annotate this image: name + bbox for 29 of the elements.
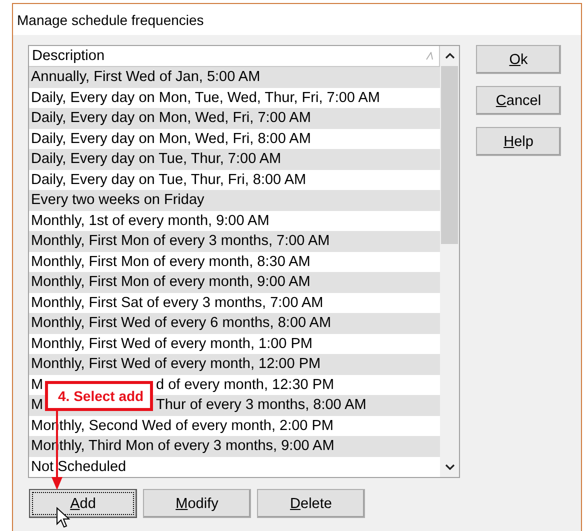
list-row[interactable]: Daily, Every day on Tue, Thur, Fri, 8:00 AM — [29, 170, 440, 190]
list-row[interactable]: Daily, Every day on Mon, Wed, Fri, 7:00 AM — [29, 108, 440, 128]
list-row[interactable]: Daily, Every day on Tue, Thur, 7:00 AM — [29, 149, 440, 170]
sort-icon — [426, 52, 433, 60]
scroll-down-icon[interactable] — [444, 464, 454, 470]
dialog-button[interactable]: Ok — [476, 45, 561, 74]
cursor-icon — [56, 507, 70, 529]
list-row[interactable]: Monthly, First Sat of every 3 months, 7:00 AM — [29, 292, 440, 313]
list-row[interactable]: Daily, Every day on Mon, Wed, Fri, 8:00 AM — [29, 128, 440, 149]
window-title: Manage schedule frequencies — [17, 12, 204, 28]
column-header[interactable]: Description — [29, 46, 440, 67]
list-row[interactable]: Annually, First Wed of Jan, 5:00 AM — [29, 67, 440, 88]
list-row[interactable]: Monthly, 1st of every month, 9:00 AM — [29, 210, 440, 231]
list-row[interactable]: Monthly, First Mon of every month, 8:30 AM — [29, 252, 440, 272]
dialog-button[interactable]: Modify — [143, 489, 251, 518]
scrollbar[interactable] — [440, 46, 459, 477]
dialog-button[interactable]: Add — [29, 489, 137, 518]
list-row[interactable]: Monthly, First Wed of every 6 months, 8:00 AM — [29, 313, 440, 334]
list-row[interactable]: Daily, Every day on Mon, Tue, Wed, Thur, Fri, 7:00 AM — [29, 88, 440, 108]
scroll-thumb[interactable] — [441, 66, 458, 244]
dialog-button[interactable]: Delete — [257, 489, 365, 518]
list-row[interactable]: Monthly, First Mon of every 3 months, 7:00 AM — [29, 231, 440, 252]
scroll-up-icon[interactable] — [444, 53, 454, 59]
dialog-button[interactable]: Help — [476, 127, 561, 156]
list-row[interactable]: Monthly, First Wed of every month, 1:00 PM — [29, 334, 440, 354]
list-row[interactable]: Monthly, First Wed of every month, 12:00 PM — [29, 354, 440, 374]
dialog-button[interactable]: Cancel — [476, 86, 561, 115]
list-row[interactable]: Monthly, First Mon of every month, 9:00 AM — [29, 272, 440, 292]
list-row[interactable]: Every two weeks on Friday — [29, 190, 440, 210]
